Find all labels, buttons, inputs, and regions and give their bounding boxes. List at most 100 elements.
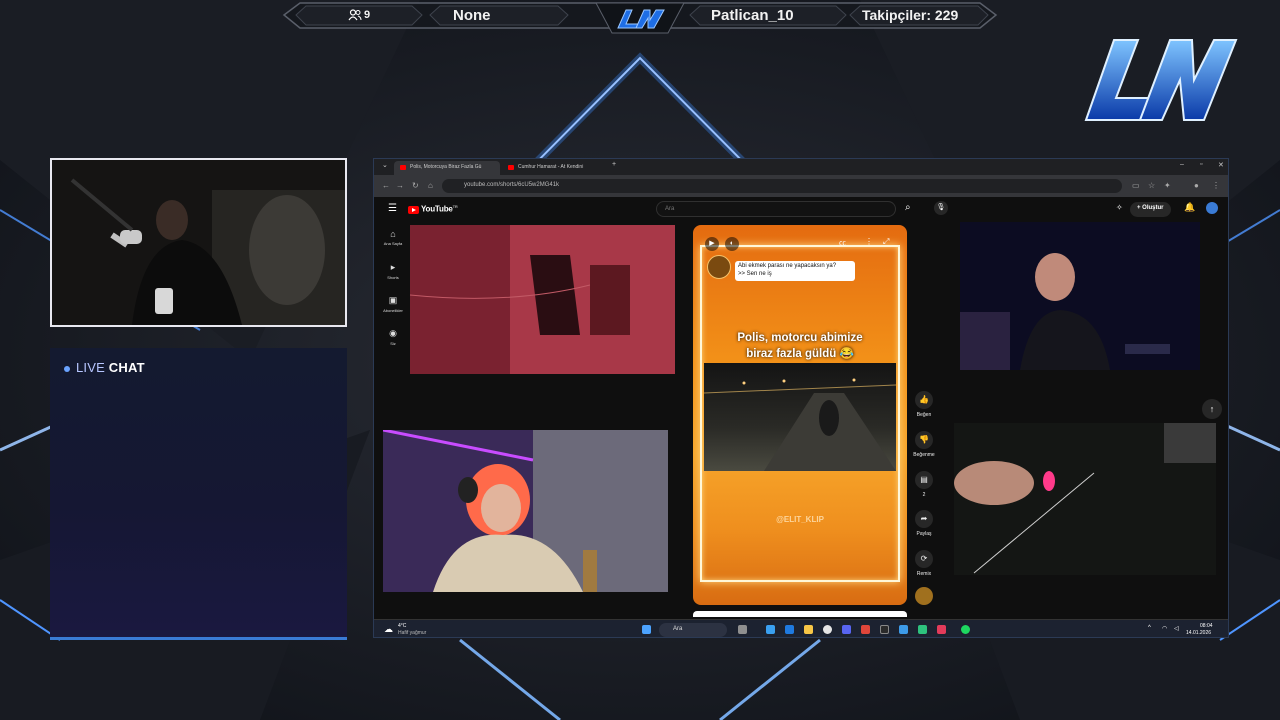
- short-watermark: @ELIT_KLIP: [776, 515, 824, 524]
- tray-chevron-icon[interactable]: ^: [1148, 625, 1151, 631]
- browser-menu-icon[interactable]: ⋮: [1212, 181, 1220, 190]
- reload-icon[interactable]: ↻: [412, 181, 419, 190]
- youtube-play-icon: [408, 205, 419, 214]
- like-action[interactable]: 👍 Beğen: [907, 391, 941, 418]
- profile-icon[interactable]: ●: [1194, 181, 1199, 190]
- short-video-frame: [703, 363, 897, 471]
- audio-track-thumb[interactable]: [907, 587, 941, 608]
- live-chat-panel: LIVE CHAT: [50, 348, 347, 640]
- stream-stats-bar: 9 None Patlican_10 Takipçiler: 229: [0, 0, 1280, 34]
- discord-icon[interactable]: [842, 625, 851, 634]
- sidebar-item-shorts[interactable]: ▸ Shorts: [374, 258, 412, 291]
- tab-title: Cumhur Hamarat - At Kendini: [518, 164, 584, 170]
- task-view-icon[interactable]: [738, 625, 747, 634]
- sidebar-item-home[interactable]: ⌂ Ana Sayfa: [374, 225, 412, 258]
- minimize-button[interactable]: –: [1180, 161, 1184, 168]
- forward-icon[interactable]: →: [396, 181, 404, 190]
- short-title: Polis, motorcu abimize biraz fazla güldü…: [693, 331, 907, 362]
- file-explorer-icon[interactable]: [804, 625, 813, 634]
- clock-date[interactable]: 14.01.2026: [1186, 630, 1211, 636]
- fullscreen-icon[interactable]: ⤢: [883, 237, 889, 247]
- short-caption-box: Abi ekmek parası ne yapacaksın ya? >> Se…: [735, 261, 855, 281]
- scroll-up-button[interactable]: ↑: [1202, 399, 1222, 419]
- live-label: LIVE: [76, 360, 105, 375]
- guest-webcam-blue-room: [960, 222, 1200, 370]
- hamburger-menu-icon[interactable]: ☰: [388, 203, 397, 214]
- app-icon[interactable]: [899, 625, 908, 634]
- road-scene: [703, 378, 897, 471]
- speaker-icon[interactable]: ◁: [1174, 625, 1179, 632]
- channel-avatar[interactable]: [707, 255, 731, 279]
- youtube-favicon-icon: [400, 165, 406, 170]
- assistant-icon[interactable]: ✧: [1116, 203, 1123, 212]
- you-icon: ◉: [389, 328, 397, 338]
- install-icon[interactable]: ▭: [1132, 181, 1140, 190]
- url-field[interactable]: youtube.com/shorts/6cU5w2MG41k: [442, 179, 1122, 193]
- account-avatar[interactable]: [1206, 202, 1218, 214]
- live-chat-title: LIVE CHAT: [64, 360, 145, 375]
- youtube-favicon-icon: [508, 165, 514, 170]
- app-icon[interactable]: [918, 625, 927, 634]
- edge-icon[interactable]: [766, 625, 775, 634]
- wifi-icon[interactable]: ◠: [1162, 625, 1167, 632]
- youtube-search-input[interactable]: Ara: [656, 201, 896, 217]
- share-label: Paylaş: [916, 531, 932, 537]
- caption-line: >> Sen ne iş: [738, 270, 772, 277]
- youtube-logo[interactable]: YouTubeTR: [408, 204, 458, 214]
- like-label: Beğen: [916, 412, 932, 418]
- maximize-button[interactable]: ▫: [1200, 161, 1202, 168]
- search-icon[interactable]: ⌕: [905, 202, 911, 213]
- chrome-icon[interactable]: [823, 625, 832, 634]
- microphone-icon[interactable]: 🎙: [934, 201, 948, 215]
- weather-desc: Hafif yağmur: [398, 630, 427, 636]
- tab-title: Polis, Motorcuya Biraz Fazla Gü: [410, 164, 482, 170]
- spotify-icon[interactable]: [961, 625, 970, 634]
- youtube-header: ☰ YouTubeTR Ara ⌕ 🎙 ✧ + Oluştur 🔔: [374, 197, 1228, 223]
- back-icon[interactable]: ←: [382, 181, 390, 190]
- clock-time[interactable]: 08:04: [1200, 623, 1213, 629]
- app-icon[interactable]: [937, 625, 946, 634]
- channel-logo: [1084, 39, 1238, 121]
- sidebar-item-subscriptions[interactable]: ▣ Abonelikler: [374, 291, 412, 324]
- remix-action[interactable]: ⟳ Remix: [907, 550, 941, 577]
- comments-count: 2: [922, 492, 926, 498]
- live-dot-icon: [64, 365, 70, 372]
- weather-temp: 4°C: [398, 623, 407, 629]
- next-short-preview[interactable]: [693, 611, 907, 617]
- chat-label: CHAT: [108, 360, 145, 375]
- caption-line: Abi ekmek parası ne yapacaksın ya?: [738, 263, 837, 269]
- tab-search-icon[interactable]: ⌄: [382, 161, 388, 169]
- sidebar-item-you[interactable]: ◉ Siz: [374, 324, 412, 357]
- share-action[interactable]: ➦ Paylaş: [907, 510, 941, 537]
- more-options-icon[interactable]: ⋮: [865, 237, 873, 246]
- new-tab-button[interactable]: +: [612, 161, 616, 168]
- play-button[interactable]: ▶: [705, 237, 719, 251]
- shorts-video-player[interactable]: ▶ ◐ ㏄ ⋮ ⤢ Abi ekmek parası ne yapacaksın…: [693, 225, 907, 605]
- app-icon[interactable]: [861, 625, 870, 634]
- start-windows-icon[interactable]: [642, 625, 651, 634]
- tab-music[interactable]: Cumhur Hamarat - At Kendini: [502, 161, 608, 175]
- close-window-button[interactable]: ✕: [1218, 161, 1224, 169]
- center-logo: [617, 9, 665, 29]
- store-icon[interactable]: [785, 625, 794, 634]
- notifications-bell-icon[interactable]: 🔔: [1184, 202, 1195, 213]
- now-playing-text: None: [453, 7, 491, 24]
- youtube-sidebar: ⌂ Ana Sayfa ▸ Shorts ▣ Abonelikler ◉ Siz: [374, 225, 412, 357]
- sidebar-item-label: Shorts: [387, 275, 399, 280]
- comments-action[interactable]: ▤ 2: [907, 471, 941, 498]
- obs-icon[interactable]: [880, 625, 889, 634]
- taskbar-search[interactable]: Ara: [659, 623, 727, 637]
- shorts-icon: ▸: [390, 262, 396, 272]
- extensions-icon[interactable]: ✦: [1164, 181, 1171, 190]
- dislike-icon: 👎: [915, 431, 933, 449]
- dislike-action[interactable]: 👎 Beğenme: [907, 431, 941, 458]
- create-button[interactable]: + Oluştur: [1130, 202, 1171, 217]
- volume-button[interactable]: ◐: [725, 237, 739, 251]
- bookmark-star-icon[interactable]: ☆: [1148, 181, 1155, 190]
- streamer-webcam: [50, 158, 347, 327]
- guest-webcam-red-room: [410, 225, 675, 374]
- tab-shorts[interactable]: Polis, Motorcuya Biraz Fazla Gü: [394, 161, 500, 175]
- home-icon[interactable]: ⌂: [428, 181, 433, 190]
- captions-icon[interactable]: ㏄: [839, 238, 846, 248]
- comment-icon: ▤: [915, 471, 933, 489]
